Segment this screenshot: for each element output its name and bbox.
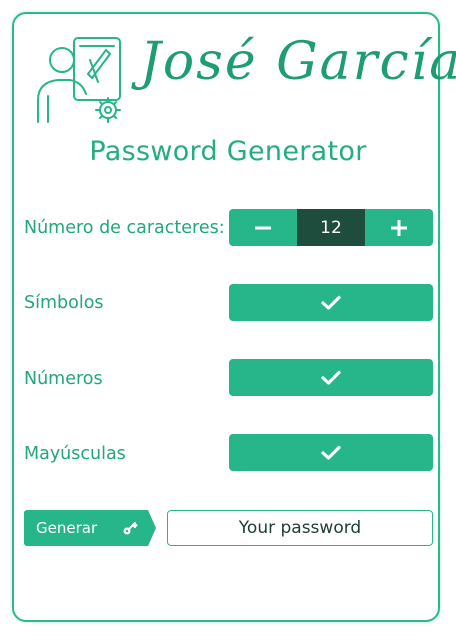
minus-icon	[255, 226, 271, 229]
length-stepper: 12	[229, 209, 433, 246]
symbols-label: Símbolos	[24, 293, 104, 313]
decrement-button[interactable]	[229, 209, 297, 246]
page-title: Password Generator	[89, 136, 367, 167]
check-icon	[321, 370, 341, 385]
length-label: Número de caracteres:	[24, 218, 225, 238]
check-icon	[321, 295, 341, 310]
uppercase-toggle[interactable]	[229, 434, 433, 471]
uppercase-label: Mayúsculas	[24, 444, 126, 464]
logo-name: José García	[140, 32, 456, 92]
increment-button[interactable]	[365, 209, 433, 246]
key-icon	[123, 522, 138, 535]
password-output[interactable]: Your password	[167, 510, 433, 546]
length-value: 12	[297, 209, 365, 246]
generate-button[interactable]: Generar	[24, 510, 156, 546]
plus-icon	[391, 219, 407, 236]
developer-illustration-icon	[37, 37, 121, 123]
generate-label: Generar	[36, 519, 98, 537]
numbers-toggle[interactable]	[229, 359, 433, 396]
check-icon	[321, 445, 341, 460]
numbers-label: Números	[24, 369, 103, 389]
symbols-toggle[interactable]	[229, 284, 433, 321]
